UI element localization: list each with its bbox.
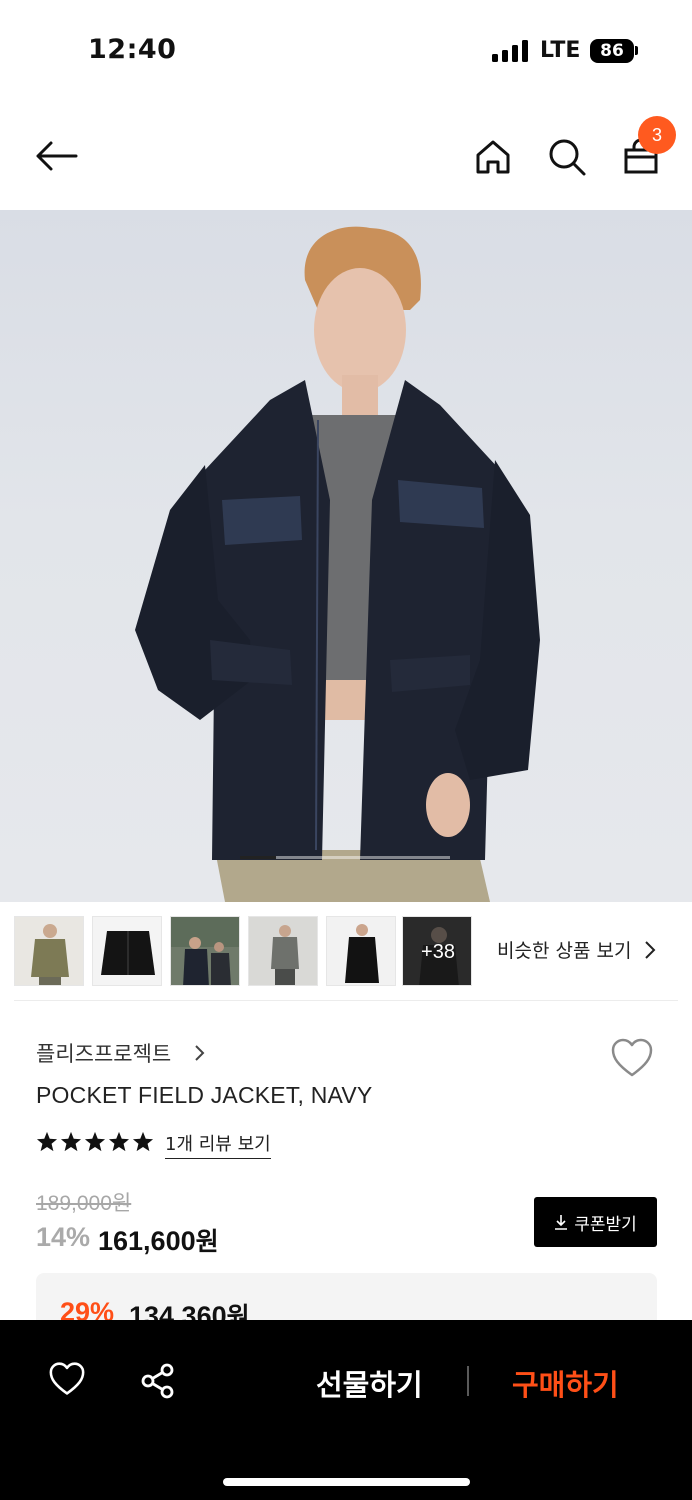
gift-button[interactable]: 선물하기 [316, 1362, 423, 1404]
more-images-count: +38 [403, 917, 471, 985]
cart-count-badge: 3 [638, 116, 676, 154]
thumbnail-5[interactable] [326, 916, 396, 986]
bottom-action-bar [0, 1320, 692, 1500]
home-indicator [223, 1478, 470, 1486]
thumbnail-2[interactable] [92, 916, 162, 986]
thumbnail-1-figure [31, 924, 69, 985]
download-icon [555, 1215, 568, 1230]
product-photo-illustration [135, 226, 540, 902]
thumbnail-more[interactable]: +38 [402, 916, 472, 986]
review-link[interactable]: 1개 리뷰 보기 [165, 1130, 271, 1159]
home-icon[interactable] [474, 138, 512, 176]
thumbnail-4-figure [271, 925, 299, 985]
star-icon [132, 1131, 154, 1152]
rating-stars [36, 1131, 154, 1152]
search-icon[interactable] [547, 137, 587, 177]
product-main-image[interactable] [0, 210, 692, 902]
bottom-heart-icon[interactable] [48, 1362, 86, 1396]
coupon-label: 쿠폰받기 [574, 1214, 637, 1235]
similar-products-link[interactable]: 비슷한 상품 보기 [497, 936, 631, 963]
star-icon [84, 1131, 106, 1152]
thumbnail-4[interactable] [248, 916, 318, 986]
thumbnail-1[interactable] [14, 916, 84, 986]
back-arrow-icon[interactable] [34, 140, 78, 172]
chevron-right-icon[interactable] [643, 939, 657, 961]
network-label: LTE [540, 38, 581, 63]
coupon-download-button[interactable]: 쿠폰받기 [534, 1197, 657, 1247]
discount-rate: 14% [36, 1222, 91, 1252]
thumbnail-3[interactable] [170, 916, 240, 986]
brand-chevron-right-icon[interactable] [193, 1043, 207, 1063]
star-icon [108, 1131, 130, 1152]
star-icon [60, 1131, 82, 1152]
sale-price-currency: 원 [195, 1227, 219, 1256]
share-icon[interactable] [140, 1363, 176, 1399]
buy-button[interactable]: 구매하기 [512, 1362, 619, 1404]
status-time: 12:40 [88, 34, 177, 65]
status-bar: 12:40 LTE 86 [0, 0, 692, 100]
brand-link[interactable]: 플리즈프로젝트 [36, 1038, 171, 1068]
carousel-indicator [240, 856, 276, 859]
bottom-bar-separator [467, 1366, 469, 1396]
sale-price: 161,600원 [98, 1222, 219, 1258]
thumbnail-3-figure [171, 917, 239, 985]
original-price: 189,000원 [36, 1192, 132, 1215]
thumbnail-2-figure [101, 931, 155, 975]
signal-icon [492, 40, 528, 62]
thumbnail-5-figure [345, 924, 379, 983]
product-name: POCKET FIELD JACKET, NAVY [36, 1082, 373, 1108]
section-divider [14, 1000, 678, 1001]
battery-nub [635, 46, 638, 55]
battery-icon: 86 [590, 39, 634, 63]
sale-price-number: 161,600 [98, 1226, 196, 1256]
star-icon [36, 1131, 58, 1152]
wishlist-heart-icon[interactable] [610, 1038, 654, 1078]
